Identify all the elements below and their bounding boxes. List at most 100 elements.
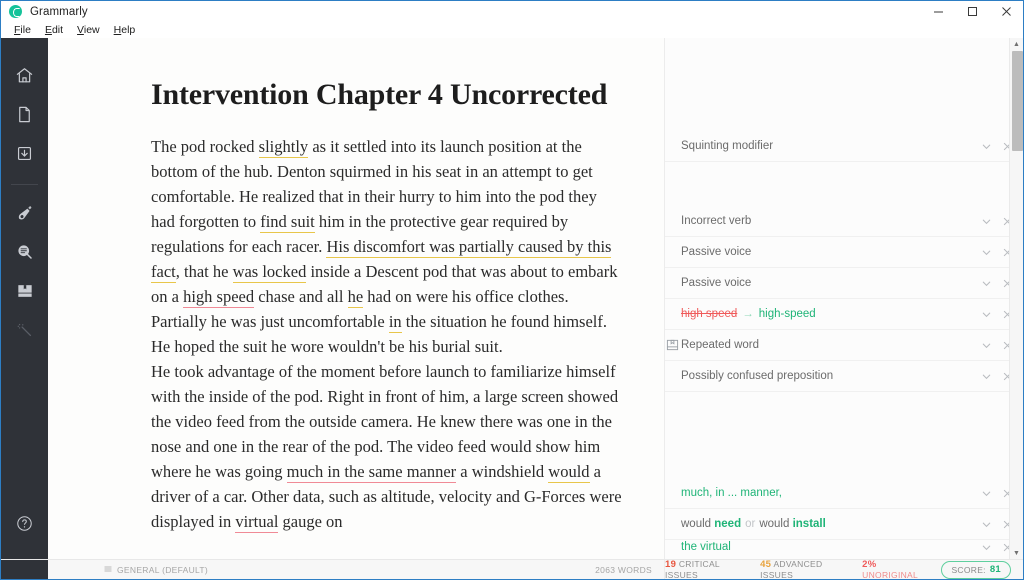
alt-word-2: install — [792, 518, 826, 530]
chevron-down-icon[interactable] — [980, 487, 992, 499]
suggestion-replacement: high speed → high-speed — [681, 308, 816, 320]
suggestion-label: Squinting modifier — [681, 140, 774, 152]
status-bar-rail-filler — [1, 560, 48, 579]
document-pane[interactable]: Intervention Chapter 4 Uncorrected The p… — [48, 38, 664, 559]
goal-setting[interactable]: GENERAL (DEFAULT) — [104, 565, 208, 575]
help-icon[interactable] — [10, 508, 40, 538]
document-text[interactable]: The pod rocked slightly as it settled in… — [151, 134, 623, 534]
chevron-down-icon[interactable] — [980, 370, 992, 382]
score-label: SCORE: — [951, 564, 986, 575]
text-run: The pod rocked — [151, 137, 259, 156]
unoriginal-label: UNORIGINAL — [862, 570, 919, 580]
suggestion-highlight-in[interactable]: in — [388, 312, 402, 333]
suggestion-card-would-alternatives[interactable]: would need or would install — [665, 509, 1023, 540]
suggestion-label: Passive voice — [681, 246, 752, 258]
suggestion-card-repeated-word[interactable]: Repeated word — [665, 330, 1023, 361]
left-sidebar — [1, 38, 48, 559]
page-title: Intervention Chapter 4 Uncorrected — [151, 78, 608, 111]
deleted-text: high speed — [681, 308, 738, 320]
text-run: , that he — [175, 262, 233, 281]
critical-count: 19 — [664, 559, 677, 570]
suggestion-label: Possibly confused preposition — [681, 370, 834, 382]
home-icon[interactable] — [10, 60, 40, 90]
unoriginal-issues[interactable]: 2% UNORIGINAL — [862, 559, 928, 580]
score-value: 81 — [989, 564, 1001, 575]
suggestion-highlight-slightly[interactable]: slightly — [258, 137, 309, 158]
suggestion-label: Passive voice — [681, 277, 752, 289]
grammarly-logo-icon — [9, 5, 22, 18]
suggestion-highlight-find-suit[interactable]: find suit — [260, 212, 315, 233]
suggestion-highlight-was-locked[interactable]: was locked — [232, 262, 307, 283]
suggestion-label: Repeated word — [681, 339, 759, 351]
window-scroll-up-arrow[interactable]: ▲ — [1010, 38, 1023, 50]
document-status: GENERAL (DEFAULT) 2063 WORDS — [48, 560, 664, 579]
download-icon[interactable] — [10, 138, 40, 168]
suggestion-card-squinting-modifier[interactable]: Squinting modifier — [665, 131, 1023, 162]
status-bar: GENERAL (DEFAULT) 2063 WORDS 19 CRITICAL… — [1, 559, 1023, 580]
window-scroll-down-arrow[interactable]: ▼ — [1010, 547, 1023, 559]
pen-nib-icon[interactable] — [10, 198, 40, 228]
suggestions-pane: Squinting modifier Incorrect verb Passiv… — [664, 38, 1023, 559]
alt-separator: or — [745, 518, 756, 530]
suggestion-highlight-much-in-the-same-manner[interactable]: much in the same manner — [286, 462, 457, 483]
chevron-down-icon[interactable] — [980, 339, 992, 351]
chevron-down-icon[interactable] — [980, 518, 992, 530]
suggestion-alternatives: would need or would install — [681, 518, 826, 530]
goal-label: GENERAL (DEFAULT) — [117, 564, 209, 575]
chevron-down-icon[interactable] — [980, 308, 992, 320]
magic-wand-icon[interactable] — [10, 315, 40, 345]
title-bar: Grammarly — [1, 1, 1023, 22]
chevron-down-icon[interactable] — [980, 215, 992, 227]
alt-prefix-1: would — [681, 518, 715, 530]
status-badge-score[interactable]: SCORE: 81 — [941, 560, 1011, 579]
critical-issues[interactable]: 19 CRITICAL ISSUES — [665, 559, 747, 580]
suggestion-card-incorrect-verb[interactable]: Incorrect verb — [665, 206, 1023, 237]
sliders-icon — [104, 565, 112, 575]
chevron-down-icon[interactable] — [980, 140, 992, 152]
suggestion-card-passive-voice-2[interactable]: Passive voice — [665, 268, 1023, 299]
main-area: Intervention Chapter 4 Uncorrected The p… — [1, 38, 1023, 559]
suggestion-card-high-speed-replace[interactable]: high speed → high-speed — [665, 299, 1023, 330]
inserted-text: high-speed — [758, 308, 816, 320]
maximize-icon[interactable] — [955, 1, 989, 22]
book-small-icon — [666, 339, 679, 352]
suggestion-label: the virtual — [681, 541, 731, 553]
suggestion-card-confused-preposition[interactable]: Possibly confused preposition — [665, 361, 1023, 392]
paragraph-2: He took advantage of the moment before l… — [151, 359, 623, 534]
suggestion-highlight-he[interactable]: he — [347, 287, 364, 308]
text-run: a windshield — [456, 462, 549, 481]
window-scrollbar-thumb[interactable] — [1012, 51, 1023, 151]
sidebar-divider — [11, 184, 38, 185]
suggestion-highlight-would[interactable]: would — [548, 462, 590, 483]
alt-word-1: need — [714, 518, 742, 530]
menu-bar: File Edit View Help — [1, 22, 1023, 38]
paragraph-1: The pod rocked slightly as it settled in… — [151, 134, 623, 359]
close-icon[interactable] — [989, 1, 1023, 22]
menu-file[interactable]: File — [7, 24, 38, 37]
chevron-down-icon[interactable] — [980, 246, 992, 258]
word-count: 2063 WORDS — [595, 564, 652, 575]
suggestion-card-much-in-manner[interactable]: much, in ... manner, — [665, 478, 1023, 509]
suggestion-list: Squinting modifier Incorrect verb Passiv… — [665, 38, 1023, 554]
menu-help[interactable]: Help — [107, 24, 143, 37]
chevron-down-icon[interactable] — [980, 541, 992, 553]
menu-view[interactable]: View — [70, 24, 107, 37]
issues-summary: 19 CRITICAL ISSUES 45 ADVANCED ISSUES 2%… — [664, 559, 1023, 580]
chevron-down-icon[interactable] — [980, 277, 992, 289]
advanced-issues[interactable]: 45 ADVANCED ISSUES — [760, 559, 849, 580]
search-lines-icon[interactable] — [10, 237, 40, 267]
suggestion-card-the-virtual[interactable]: the virtual — [665, 540, 1023, 554]
minimize-icon[interactable] — [921, 1, 955, 22]
menu-edit[interactable]: Edit — [38, 24, 70, 37]
window-scrollbar[interactable]: ▲ ▼ — [1009, 38, 1023, 559]
suggestion-card-passive-voice-1[interactable]: Passive voice — [665, 237, 1023, 268]
window-controls — [921, 1, 1023, 22]
document-icon[interactable] — [10, 99, 40, 129]
arrow-icon: → — [742, 308, 754, 320]
window-title: Grammarly — [30, 5, 88, 18]
book-icon[interactable] — [10, 276, 40, 306]
suggestion-highlight-virtual[interactable]: virtual — [235, 512, 279, 533]
suggestion-highlight-high-speed[interactable]: high speed — [183, 287, 255, 308]
text-run: gauge on — [278, 512, 343, 531]
suggestion-label: Incorrect verb — [681, 215, 752, 227]
